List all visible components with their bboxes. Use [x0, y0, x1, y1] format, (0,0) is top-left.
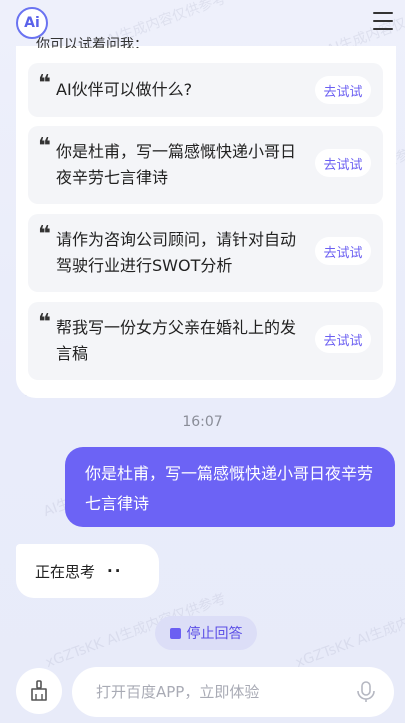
stop-answer-label: 停止回答	[186, 626, 243, 642]
suggestion-text: 你是杜甫，写一篇感慨快递小哥日夜辛劳七言律诗	[56, 142, 297, 187]
clear-chat-button[interactable]	[16, 668, 62, 714]
watermark: xGZTsKK AI生成内容仅供参考	[293, 590, 405, 672]
quote-icon: ❝	[38, 71, 51, 96]
stop-icon	[169, 627, 181, 639]
suggestion-item[interactable]: ❝ 帮我写一份女方父亲在婚礼上的发言稿 去试试	[28, 302, 383, 380]
suggestion-card: 你可以试着问我： ❝ AI伙伴可以做什么? 去试试 ❝ 你是杜甫，写一篇感慨快递…	[16, 37, 396, 398]
chat-input[interactable]	[96, 683, 336, 701]
user-message-bubble: 你是杜甫，写一篇感慨快递小哥日夜辛劳七言律诗	[65, 447, 395, 527]
loading-dots: ··	[107, 562, 123, 580]
suggestion-item[interactable]: ❝ 请作为咨询公司顾问，请针对自动驾驶行业进行SWOT分析 去试试	[28, 214, 383, 292]
broom-icon	[31, 680, 47, 701]
card-heading: 你可以试着问我：	[36, 37, 148, 48]
try-button[interactable]: 去试试	[315, 149, 371, 177]
microphone-icon[interactable]	[356, 681, 376, 703]
bot-status-text: 正在思考	[35, 562, 96, 581]
stop-answer-button[interactable]: 停止回答	[155, 616, 257, 650]
suggestion-text: 请作为咨询公司顾问，请针对自动驾驶行业进行SWOT分析	[56, 230, 297, 275]
suggestion-text: 帮我写一份女方父亲在婚礼上的发言稿	[56, 318, 297, 363]
quote-icon: ❝	[38, 310, 51, 335]
try-button[interactable]: 去试试	[315, 237, 371, 265]
try-button[interactable]: 去试试	[315, 76, 371, 104]
try-button[interactable]: 去试试	[315, 325, 371, 353]
quote-icon: ❝	[38, 222, 51, 247]
quote-icon: ❝	[38, 134, 51, 159]
suggestion-text: AI伙伴可以做什么?	[56, 80, 193, 99]
hamburger-menu-icon[interactable]	[373, 12, 393, 32]
suggestion-item[interactable]: ❝ 你是杜甫，写一篇感慨快递小哥日夜辛劳七言律诗 去试试	[28, 126, 383, 204]
logo-text: Ai	[24, 15, 40, 31]
message-timestamp: 16:07	[182, 414, 223, 430]
chat-input-box[interactable]	[72, 667, 394, 717]
suggestion-item[interactable]: ❝ AI伙伴可以做什么? 去试试	[28, 63, 383, 117]
bot-message-bubble: 正在思考 ··	[16, 544, 159, 598]
